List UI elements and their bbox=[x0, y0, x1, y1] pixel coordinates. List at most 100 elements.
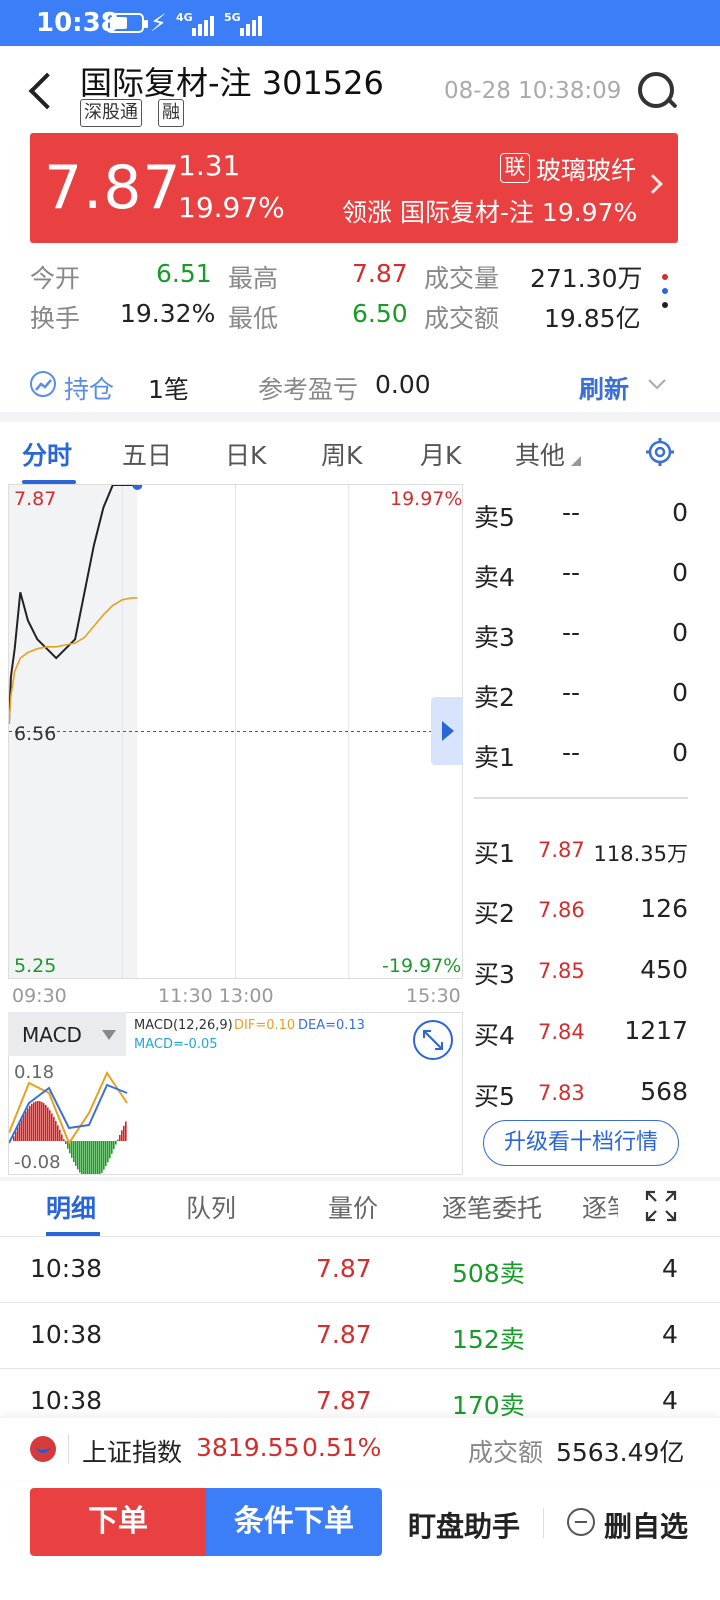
remove-watchlist-button[interactable]: 删自选 bbox=[604, 1505, 688, 1545]
dea-line bbox=[9, 1083, 128, 1144]
pct-tick-low: -19.97% bbox=[382, 955, 462, 977]
macd-bar bbox=[105, 1141, 107, 1167]
position-label[interactable]: 持仓 bbox=[64, 370, 114, 406]
ask-volume: 0 bbox=[672, 558, 688, 587]
place-order-button[interactable]: 下单 bbox=[30, 1488, 206, 1556]
row-divider bbox=[0, 1236, 720, 1237]
y-tick-mid: 6.56 bbox=[14, 723, 57, 745]
macd-bar bbox=[35, 1101, 37, 1141]
trade-count: 4 bbox=[662, 1254, 678, 1283]
price-change: 1.31 bbox=[178, 149, 241, 182]
macd-dif: DIF=0.10 bbox=[234, 1018, 296, 1033]
stat-value-high: 7.87 bbox=[352, 259, 408, 288]
bid-volume: 568 bbox=[640, 1077, 688, 1106]
charging-icon: ⚡ bbox=[150, 9, 167, 37]
stat-label-amount: 成交额 bbox=[424, 304, 500, 333]
bid-price: 7.87 bbox=[538, 838, 585, 862]
stock-title: 国际复材-注 301526 bbox=[80, 64, 384, 102]
macd-bar bbox=[45, 1105, 47, 1141]
remove-watchlist-icon[interactable] bbox=[567, 1508, 595, 1536]
macd-bar bbox=[55, 1121, 57, 1141]
macd-bar bbox=[63, 1139, 65, 1141]
index-amount: 5563.49亿 bbox=[556, 1438, 685, 1467]
price-change-pct: 19.97% bbox=[178, 191, 285, 224]
dropdown-corner-icon bbox=[571, 456, 581, 466]
bid-volume: 118.35万 bbox=[593, 842, 688, 866]
macd-bar bbox=[49, 1110, 51, 1141]
stat-value-volume: 271.30万 bbox=[530, 264, 643, 293]
ask-volume: 0 bbox=[672, 618, 688, 647]
network-5g-label: 5G bbox=[224, 11, 241, 24]
macd-bar bbox=[117, 1139, 119, 1141]
macd-bar bbox=[65, 1141, 67, 1145]
tab-trade-by-trade[interactable]: 逐笔 bbox=[582, 1189, 618, 1225]
macd-bar bbox=[123, 1125, 125, 1141]
pnl-value: 0.00 bbox=[375, 370, 431, 399]
macd-bar bbox=[91, 1141, 93, 1174]
macd-bar bbox=[75, 1141, 77, 1166]
index-name: 上证指数 bbox=[82, 1438, 183, 1467]
broker-logo-icon bbox=[30, 1436, 56, 1462]
more-dots-icon[interactable] bbox=[662, 274, 670, 314]
tab-other[interactable]: 其他 bbox=[515, 436, 565, 472]
conditional-order-button[interactable]: 条件下单 bbox=[206, 1488, 382, 1556]
expand-icon[interactable] bbox=[413, 1020, 453, 1060]
tag-shenzhen-connect: 深股通 bbox=[80, 99, 142, 127]
macd-bar bbox=[103, 1141, 105, 1170]
tab-five-day[interactable]: 五日 bbox=[122, 436, 172, 472]
tab-details[interactable]: 明细 bbox=[46, 1189, 96, 1225]
bid-price: 7.83 bbox=[538, 1081, 585, 1105]
tab-queue[interactable]: 队列 bbox=[186, 1189, 236, 1225]
macd-bar bbox=[77, 1141, 79, 1170]
intraday-chart[interactable] bbox=[8, 484, 463, 979]
trade-count: 4 bbox=[662, 1320, 678, 1349]
back-button[interactable] bbox=[24, 70, 64, 114]
ask-label: 卖1 bbox=[474, 743, 515, 772]
tab-monthly-k[interactable]: 月K bbox=[420, 436, 461, 472]
bid-price: 7.86 bbox=[538, 898, 585, 922]
chevron-down-icon[interactable] bbox=[648, 378, 666, 390]
trade-time: 10:38 bbox=[30, 1254, 103, 1283]
macd-bar bbox=[71, 1141, 73, 1158]
row-divider bbox=[0, 1302, 720, 1303]
ask-volume: 0 bbox=[672, 498, 688, 527]
position-count: 1笔 bbox=[148, 375, 189, 404]
bottom-separator bbox=[543, 1508, 544, 1538]
y-tick-low: 5.25 bbox=[14, 955, 57, 977]
macd-bar bbox=[73, 1141, 75, 1162]
macd-bar bbox=[31, 1103, 33, 1141]
macd-params: MACD(12,26,9) bbox=[134, 1018, 233, 1033]
play-arrow-icon[interactable] bbox=[431, 697, 463, 765]
trade-price: 7.87 bbox=[316, 1386, 372, 1415]
trade-time: 10:38 bbox=[30, 1320, 103, 1349]
fullscreen-icon[interactable] bbox=[645, 1190, 677, 1222]
ask-label: 卖3 bbox=[474, 623, 515, 652]
price-banner[interactable]: 7.87 1.31 19.97% 联 玻璃玻纤 领涨 国际复材-注 19.97% bbox=[30, 133, 678, 243]
macd-bar bbox=[19, 1122, 21, 1141]
trade-count: 4 bbox=[662, 1386, 678, 1415]
upgrade-ten-level-button[interactable]: 升级看十档行情 bbox=[483, 1120, 679, 1166]
macd-bar bbox=[39, 1101, 41, 1141]
search-icon[interactable] bbox=[636, 70, 680, 114]
stat-value-turnover: 19.32% bbox=[120, 299, 216, 328]
settings-gear-icon[interactable] bbox=[644, 436, 676, 468]
y-tick-high: 7.87 bbox=[14, 488, 57, 510]
indicator-selector[interactable]: MACD bbox=[8, 1012, 126, 1056]
order-book-separator bbox=[474, 797, 688, 799]
trade-price: 7.87 bbox=[316, 1320, 372, 1349]
tab-volume-price[interactable]: 量价 bbox=[328, 1189, 378, 1225]
bid-label: 买1 bbox=[474, 839, 515, 868]
tab-weekly-k[interactable]: 周K bbox=[321, 436, 362, 472]
watch-assistant-button[interactable]: 盯盘助手 bbox=[408, 1505, 520, 1545]
refresh-button[interactable]: 刷新 bbox=[579, 370, 629, 406]
trade-volume: 170卖 bbox=[452, 1391, 525, 1420]
macd-value: MACD=-0.05 bbox=[134, 1037, 218, 1052]
stat-value-low: 6.50 bbox=[352, 299, 408, 328]
macd-bar bbox=[53, 1117, 55, 1141]
battery-icon bbox=[106, 13, 148, 33]
macd-bar bbox=[121, 1130, 123, 1141]
tab-daily-k[interactable]: 日K bbox=[225, 436, 266, 472]
tab-order-by-order[interactable]: 逐笔委托 bbox=[442, 1189, 542, 1225]
tab-intraday[interactable]: 分时 bbox=[22, 436, 72, 472]
battery-fill bbox=[110, 17, 127, 29]
